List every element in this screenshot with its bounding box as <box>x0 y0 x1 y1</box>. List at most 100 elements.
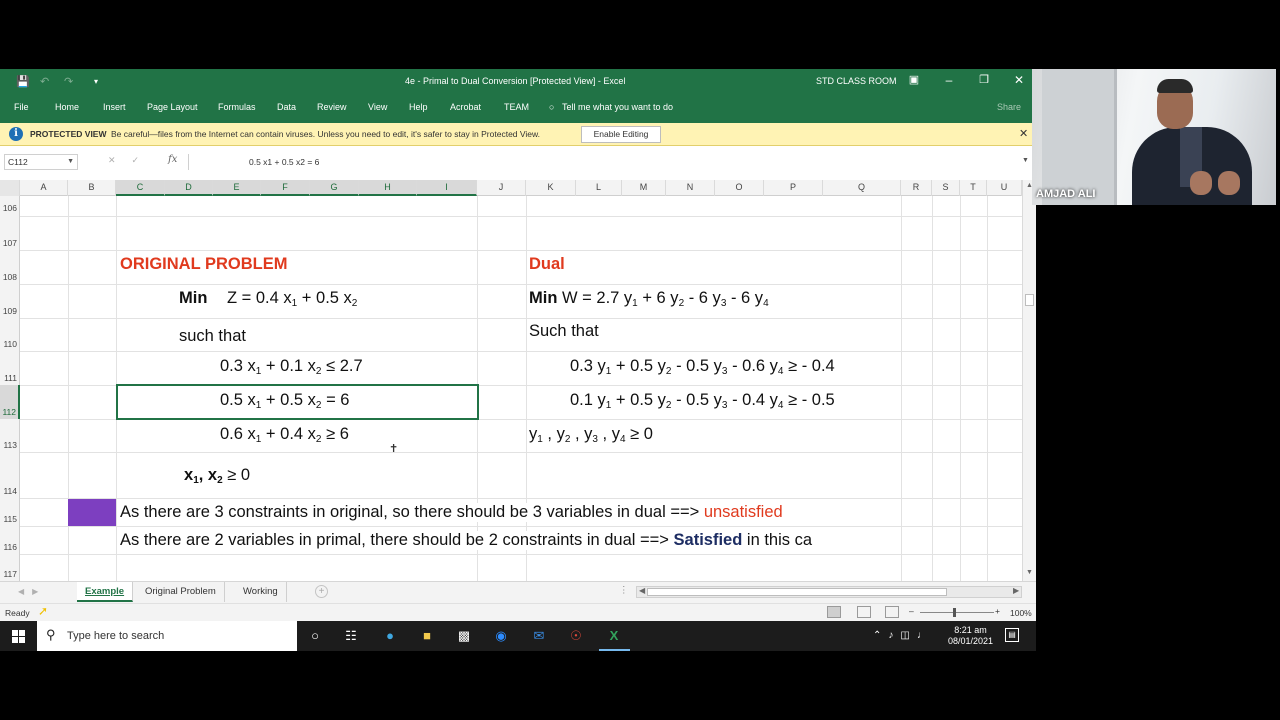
mail-icon[interactable]: ✉ <box>529 626 549 646</box>
horizontal-scrollbar[interactable]: ◀ ▶ <box>636 586 1022 598</box>
column-header[interactable]: N <box>666 180 715 196</box>
row-header[interactable]: 109 <box>0 284 20 318</box>
primal-constraint-3[interactable]: 0.6 x1 + 0.4 x2 ≥ 6 <box>220 425 349 445</box>
highlight-cell[interactable] <box>68 499 116 526</box>
scroll-down-icon[interactable]: ▼ <box>1026 569 1033 576</box>
tab-home[interactable]: Home <box>55 102 79 112</box>
row-header[interactable]: 112 <box>0 385 20 419</box>
normal-view-icon[interactable] <box>827 606 841 618</box>
more-options-icon[interactable]: ⋮ <box>619 585 629 596</box>
column-header[interactable]: B <box>68 180 116 196</box>
page-break-view-icon[interactable] <box>885 606 899 618</box>
dual-objective[interactable]: Min W = 2.7 y1 + 6 y2 - 6 y3 - 6 y4 <box>529 289 769 309</box>
row-header[interactable]: 116 <box>0 526 20 554</box>
column-header[interactable]: F <box>261 180 310 196</box>
page-layout-view-icon[interactable] <box>857 606 871 618</box>
primal-constraint-2[interactable]: 0.5 x1 + 0.5 x2 = 6 <box>220 391 349 411</box>
tab-acrobat[interactable]: Acrobat <box>450 102 481 112</box>
tab-view[interactable]: View <box>368 102 387 112</box>
dual-constraint-1[interactable]: 0.3 y1 + 0.5 y2 - 0.5 y3 - 0.6 y4 ≥ - 0.… <box>570 357 835 377</box>
column-header[interactable]: T <box>960 180 987 196</box>
row-header[interactable]: 113 <box>0 419 20 452</box>
sheet-tab-example[interactable]: Example <box>77 582 134 602</box>
edge-icon[interactable]: ● <box>380 626 400 646</box>
horizontal-scroll-thumb[interactable] <box>647 588 947 596</box>
column-header[interactable]: M <box>622 180 666 196</box>
column-header[interactable]: D <box>165 180 213 196</box>
tab-file[interactable]: File <box>14 102 29 112</box>
row-header[interactable]: 115 <box>0 498 20 526</box>
dual-nonnegativity[interactable]: y1 , y2 , y3 , y4 ≥ 0 <box>529 425 653 445</box>
row-header[interactable]: 114 <box>0 452 20 498</box>
zoom-in-icon[interactable]: + <box>995 606 1000 616</box>
column-header[interactable]: P <box>764 180 823 196</box>
store-icon[interactable]: ▩ <box>454 626 474 646</box>
save-icon[interactable]: 💾 <box>16 75 30 88</box>
note-variables-vs-constraints[interactable]: As there are 2 variables in primal, ther… <box>120 531 900 550</box>
dual-such-that[interactable]: Such that <box>529 322 599 341</box>
primal-such-that[interactable]: such that <box>179 327 246 346</box>
restore-icon[interactable]: ❐ <box>974 73 994 86</box>
ribbon-display-icon[interactable]: ▣ <box>904 73 924 86</box>
column-header[interactable]: C <box>116 180 165 196</box>
column-header[interactable]: G <box>310 180 359 196</box>
tab-data[interactable]: Data <box>277 102 296 112</box>
column-header[interactable]: S <box>932 180 960 196</box>
tab-formulas[interactable]: Formulas <box>218 102 256 112</box>
sheet-tab-original-problem[interactable]: Original Problem <box>137 582 225 602</box>
tab-insert[interactable]: Insert <box>103 102 126 112</box>
customize-icon[interactable]: ▾ <box>94 77 98 86</box>
chevron-down-icon[interactable]: ▼ <box>67 155 74 169</box>
original-problem-heading[interactable]: ORIGINAL PROBLEM <box>120 255 287 274</box>
account-name[interactable]: STD CLASS ROOM <box>816 76 897 86</box>
windows-start-icon[interactable] <box>12 630 25 643</box>
taskbar-clock[interactable]: 8:21 am 08/01/2021 <box>948 625 993 647</box>
dual-constraint-2[interactable]: 0.1 y1 + 0.5 y2 - 0.5 y3 - 0.4 y4 ≥ - 0.… <box>570 391 835 411</box>
name-box[interactable]: C112 ▼ <box>4 154 78 170</box>
close-icon[interactable]: ✕ <box>1009 73 1029 87</box>
column-header[interactable]: O <box>715 180 764 196</box>
tell-me-box[interactable]: Tell me what you want to do <box>562 102 673 112</box>
column-header[interactable]: J <box>477 180 526 196</box>
row-header[interactable]: 117 <box>0 554 20 581</box>
task-view-icon[interactable]: ☷ <box>341 626 361 646</box>
share-button[interactable]: Share <box>997 102 1021 112</box>
row-header[interactable]: 107 <box>0 216 20 250</box>
tab-help[interactable]: Help <box>409 102 428 112</box>
system-tray-icons[interactable]: ⌃♪◫♩ <box>873 630 934 641</box>
scroll-left-icon[interactable]: ◀ <box>639 586 645 595</box>
new-sheet-icon[interactable]: + <box>315 585 328 598</box>
column-header[interactable]: R <box>901 180 932 196</box>
tab-page-layout[interactable]: Page Layout <box>147 102 198 112</box>
zoom-slider-track[interactable] <box>920 612 994 613</box>
primal-min-label[interactable]: Min <box>179 289 207 308</box>
cortana-icon[interactable]: ○ <box>305 626 325 646</box>
scroll-right-icon[interactable]: ▶ <box>1013 586 1019 595</box>
column-header[interactable]: I <box>417 180 477 196</box>
row-header[interactable]: 106 <box>0 196 20 216</box>
file-explorer-icon[interactable]: ■ <box>417 626 437 646</box>
primal-objective[interactable]: Z = 0.4 x1 + 0.5 x2 <box>227 289 357 309</box>
column-header[interactable]: H <box>359 180 417 196</box>
column-header[interactable]: K <box>526 180 576 196</box>
tab-team[interactable]: TEAM <box>504 102 529 112</box>
insert-function-icon[interactable]: fx <box>168 154 177 165</box>
row-header[interactable]: 108 <box>0 250 20 284</box>
zoom-level[interactable]: 100% <box>1010 608 1032 618</box>
undo-icon[interactable]: ↶ <box>40 75 49 88</box>
column-header[interactable]: U <box>987 180 1022 196</box>
tab-review[interactable]: Review <box>317 102 347 112</box>
zoom-slider-handle[interactable] <box>953 608 956 617</box>
worksheet-grid[interactable]: 106 107 108 109 110 111 112 113 114 115 … <box>0 196 1022 581</box>
column-header[interactable]: A <box>20 180 68 196</box>
dual-heading[interactable]: Dual <box>529 255 565 274</box>
notification-icon[interactable]: ▤ <box>1005 628 1019 642</box>
column-header[interactable]: Q <box>823 180 901 196</box>
zoom-out-icon[interactable]: – <box>909 606 914 616</box>
redo-icon[interactable]: ↷ <box>64 75 73 88</box>
row-header[interactable]: 111 <box>0 351 20 385</box>
taskbar-search-box[interactable]: ⚲ Type here to search <box>37 621 297 651</box>
excel-icon[interactable]: X <box>604 626 624 646</box>
primal-constraint-1[interactable]: 0.3 x1 + 0.1 x2 ≤ 2.7 <box>220 357 363 377</box>
row-header[interactable]: 110 <box>0 318 20 351</box>
